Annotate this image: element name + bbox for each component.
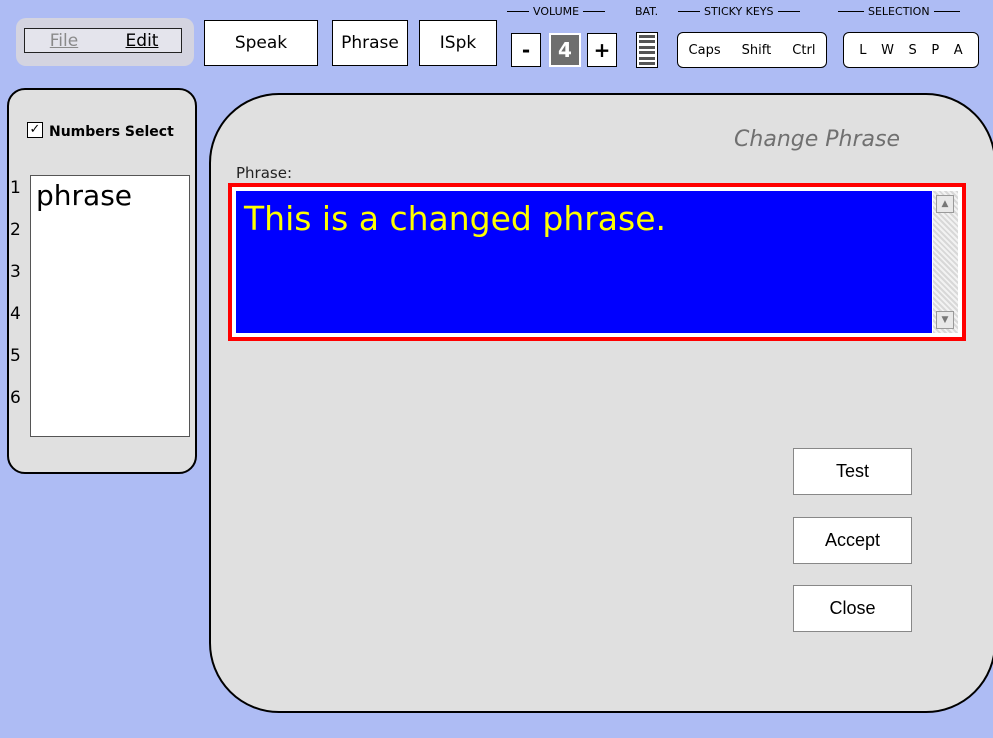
volume-level: 4 xyxy=(549,33,581,67)
number-label: 3 xyxy=(10,262,21,282)
sticky-keys-group: Caps Shift Ctrl xyxy=(677,32,827,68)
menu-file[interactable]: File xyxy=(25,31,103,51)
selection-mode-p[interactable]: P xyxy=(931,43,939,58)
menu-bar: File Edit xyxy=(24,28,182,53)
selection-mode-l[interactable]: L xyxy=(859,43,866,58)
sticky-key-caps[interactable]: Caps xyxy=(689,43,721,58)
number-label: 5 xyxy=(10,346,21,366)
selection-label: SELECTION xyxy=(838,5,988,18)
number-labels: 1 2 3 4 5 6 xyxy=(10,178,30,430)
phrase-field-label: Phrase: xyxy=(236,164,293,182)
phrase-input[interactable]: This is a changed phrase. xyxy=(236,191,932,333)
number-label: 6 xyxy=(10,388,21,408)
number-label: 2 xyxy=(10,220,21,240)
close-button[interactable]: Close xyxy=(793,585,912,632)
numbers-select-checkbox[interactable]: ✓ xyxy=(27,122,43,138)
volume-up-button[interactable]: + xyxy=(587,33,617,67)
phrase-list-item[interactable]: phrase xyxy=(31,176,189,216)
test-button[interactable]: Test xyxy=(793,448,912,495)
sticky-key-ctrl[interactable]: Ctrl xyxy=(792,43,815,58)
volume-group-label: VOLUME xyxy=(507,5,627,18)
speak-button[interactable]: Speak xyxy=(204,20,318,66)
selection-mode-s[interactable]: S xyxy=(909,43,917,58)
battery-icon xyxy=(636,32,658,68)
ispk-button[interactable]: ISpk xyxy=(419,20,497,66)
menu-edit[interactable]: Edit xyxy=(103,31,181,51)
selection-mode-w[interactable]: W xyxy=(881,43,894,58)
numbers-select-label: Numbers Select xyxy=(49,124,174,140)
scroll-up-arrow-icon[interactable]: ▲ xyxy=(936,195,954,213)
phrase-list[interactable]: phrase xyxy=(30,175,190,437)
phrase-button[interactable]: Phrase xyxy=(332,20,408,66)
dialog-title: Change Phrase xyxy=(734,127,900,152)
selection-group: L W S P A xyxy=(843,32,979,68)
number-label: 4 xyxy=(10,304,21,324)
battery-label: BAT. xyxy=(635,5,659,18)
number-label: 1 xyxy=(10,178,21,198)
phrase-field-frame: This is a changed phrase. ▲ ▼ xyxy=(228,183,966,341)
phrase-scrollbar[interactable]: ▲ ▼ xyxy=(933,191,958,333)
sticky-key-shift[interactable]: Shift xyxy=(742,43,772,58)
volume-down-button[interactable]: - xyxy=(511,33,541,67)
accept-button[interactable]: Accept xyxy=(793,517,912,564)
sticky-keys-label: STICKY KEYS xyxy=(678,5,828,18)
scroll-down-arrow-icon[interactable]: ▼ xyxy=(936,311,954,329)
selection-mode-a[interactable]: A xyxy=(954,43,963,58)
